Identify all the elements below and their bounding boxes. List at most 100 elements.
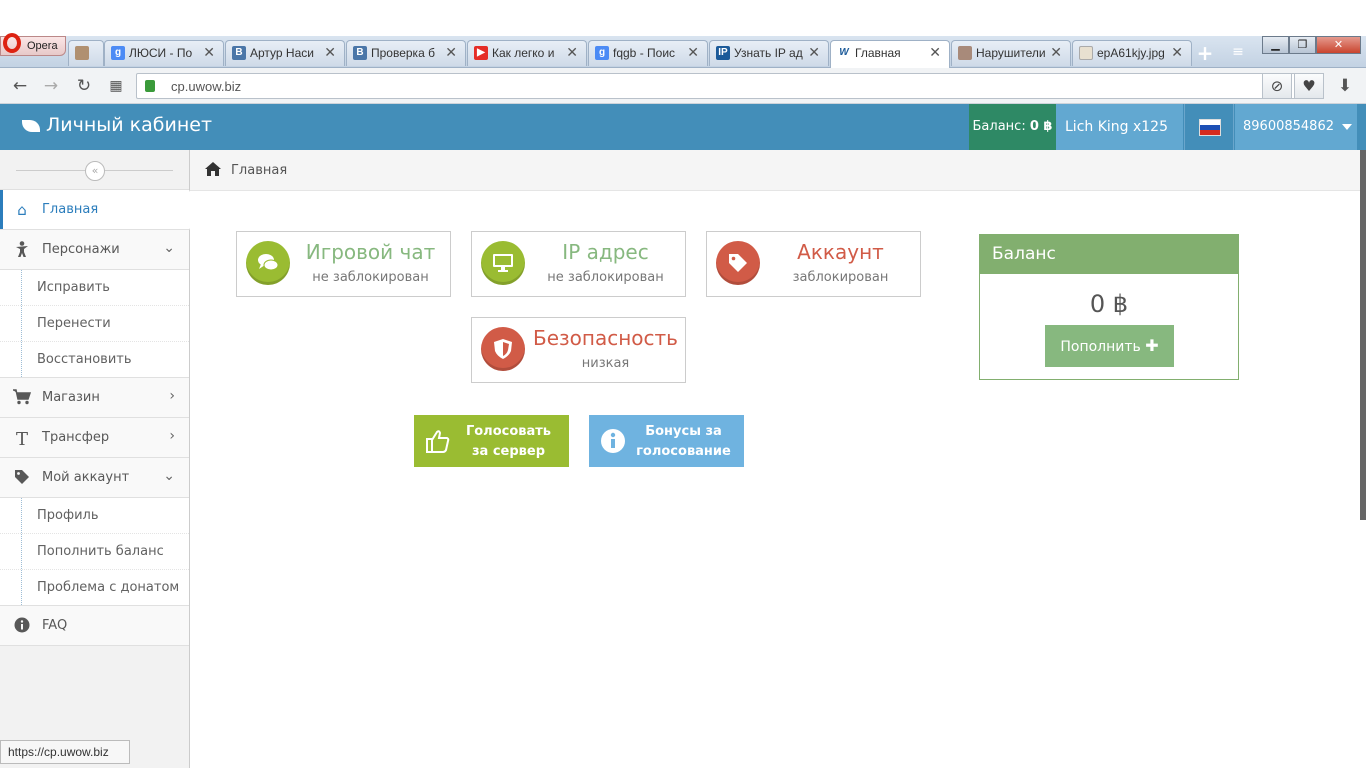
sidebar-item-my-account[interactable]: Мой аккаунт ⌄ (0, 458, 189, 498)
header-balance[interactable]: Баланс: 0 ฿ (969, 104, 1056, 150)
site-header: Личный кабинет Баланс: 0 ฿ Lich King x12… (0, 104, 1366, 176)
status-game-chat: Игровой чат не заблокирован (236, 231, 451, 297)
sidebar-sub-fix[interactable]: Исправить (0, 270, 189, 306)
opera-logo-icon (3, 33, 21, 53)
forward-icon[interactable]: → (41, 76, 61, 96)
tab-google-lyusi[interactable]: g ЛЮСИ - По ✕ (104, 40, 224, 66)
tab-menu-icon[interactable]: ≡ (1228, 44, 1248, 62)
sidebar-item-faq[interactable]: FAQ (0, 606, 189, 646)
sidebar-sub-profile[interactable]: Профиль (0, 498, 189, 534)
image-icon (75, 46, 89, 60)
link-status-bar: https://cp.uwow.biz (0, 740, 130, 764)
sidebar-sub-restore[interactable]: Восстановить (0, 342, 189, 378)
vote-server-button[interactable]: Голосовать за сервер (414, 415, 569, 467)
topup-button[interactable]: Пополнить ✚ (1045, 325, 1174, 367)
close-tab-icon[interactable]: ✕ (929, 44, 941, 61)
thumbs-up-icon (425, 428, 451, 458)
sidebar-item-characters[interactable]: Персонажи ⌄ (0, 230, 189, 270)
sidebar-sub-donate-problem[interactable]: Проблема с донатом (0, 570, 189, 606)
w-icon: W (837, 46, 851, 60)
language-selector[interactable] (1184, 104, 1234, 150)
tag-icon (13, 469, 31, 487)
balance-amount: 0 ฿ (1089, 290, 1129, 318)
download-icon[interactable]: ⬇ (1335, 76, 1355, 96)
close-tab-icon[interactable]: ✕ (687, 44, 699, 61)
sidebar-sub-topup[interactable]: Пополнить баланс (0, 534, 189, 570)
home-icon: ⌂ (17, 201, 27, 219)
close-tab-icon[interactable]: ✕ (1050, 44, 1062, 61)
breadcrumb: Главная (190, 150, 1366, 191)
info-icon (600, 428, 626, 458)
user-dropdown[interactable]: 89600854862 (1235, 104, 1357, 150)
tab-vk-proverka[interactable]: B Проверка б ✕ (346, 40, 466, 66)
tab-vk-artur[interactable]: B Артур Наси ✕ (225, 40, 345, 66)
russian-flag-icon (1199, 119, 1221, 136)
tab-image[interactable] (68, 40, 104, 66)
info-icon (13, 617, 31, 635)
brand-link[interactable]: Личный кабинет (22, 114, 212, 136)
new-tab-icon[interactable]: + (1194, 42, 1216, 64)
leaf-icon (22, 119, 40, 132)
page-scrollbar[interactable] (1360, 150, 1366, 520)
reload-icon[interactable]: ↻ (74, 76, 94, 96)
sidebar-item-home[interactable]: ⌂ Главная (0, 190, 199, 230)
tab-google-fqgb[interactable]: g fqgb - Поис ✕ (588, 40, 708, 66)
back-icon[interactable]: ← (10, 76, 30, 96)
chevron-down-icon: ⌄ (163, 240, 175, 256)
chevron-right-icon: › (169, 428, 175, 444)
status-account: Аккаунт заблокирован (706, 231, 921, 297)
vk-icon: B (232, 46, 246, 60)
lock-icon (145, 80, 155, 92)
tab-jpg[interactable]: epA61kjy.jpg ✕ (1072, 40, 1192, 66)
balance-widget: Баланс 0 ฿ Пополнить ✚ (979, 234, 1239, 380)
youtube-icon: ▶ (474, 46, 488, 60)
file-icon (1079, 46, 1093, 60)
close-tab-icon[interactable]: ✕ (203, 44, 215, 61)
block-icon[interactable]: ⊘ (1262, 73, 1292, 99)
cart-icon (13, 389, 32, 407)
tab-ip[interactable]: IP Узнать IP ад ✕ (709, 40, 829, 66)
close-tab-icon[interactable]: ✕ (1171, 44, 1183, 61)
ip-icon: IP (716, 46, 730, 60)
sidebar-item-transfer[interactable]: T Трансфер › (0, 418, 189, 458)
close-tab-icon[interactable]: ✕ (808, 44, 820, 61)
shield-icon (481, 327, 525, 371)
balance-widget-title: Баланс (980, 235, 1238, 274)
minimize-icon[interactable]: ▁ (1262, 36, 1289, 54)
caret-down-icon (1341, 123, 1352, 130)
browser-window: Opera g ЛЮСИ - По ✕ B Артур Наси ✕ B Про… (0, 0, 1366, 68)
realm-dropdown[interactable]: Lich King x125 (1056, 104, 1183, 176)
vote-bonuses-button[interactable]: Бонусы за голосование (589, 415, 744, 467)
tab-glavnaya[interactable]: W Главная ✕ (830, 40, 950, 68)
sidebar-sub-transfer-char[interactable]: Перенести (0, 306, 189, 342)
status-security: Безопасность низкая (471, 317, 686, 383)
collapse-sidebar-icon[interactable]: « (85, 161, 105, 181)
tab-youtube[interactable]: ▶ Как легко и ✕ (467, 40, 587, 66)
heart-icon[interactable]: ♥ (1294, 73, 1324, 99)
vk-icon: B (353, 46, 367, 60)
opera-menu-button[interactable]: Opera (0, 33, 66, 56)
status-ip-address: IP адрес не заблокирован (471, 231, 686, 297)
close-tab-icon[interactable]: ✕ (445, 44, 457, 61)
close-window-icon[interactable]: ✕ (1316, 36, 1361, 54)
monitor-icon (481, 241, 525, 285)
chevron-down-icon: ⌄ (163, 468, 175, 484)
sidebar-item-shop[interactable]: Магазин › (0, 378, 189, 418)
person-icon (13, 241, 31, 259)
tag-icon (716, 241, 760, 285)
close-tab-icon[interactable]: ✕ (566, 44, 578, 61)
url-field[interactable]: cp.uwow.biz (136, 73, 1296, 99)
close-tab-icon[interactable]: ✕ (324, 44, 336, 61)
maximize-icon[interactable]: ❐ (1289, 36, 1316, 54)
chat-icon (246, 241, 290, 285)
plus-icon: ✚ (1145, 336, 1159, 355)
speed-dial-icon[interactable]: ▦ (106, 76, 126, 96)
tab-narushiteli[interactable]: Нарушители ✕ (951, 40, 1071, 66)
text-icon: T (15, 429, 28, 450)
address-bar: ← → ↻ ▦ cp.uwow.biz ⊘ ♥ ⬇ (0, 68, 1366, 104)
home-icon[interactable] (204, 161, 222, 181)
sidebar: « ⌂ Главная Персонажи ⌄ Исправить Перене… (0, 150, 199, 768)
google-icon: g (595, 46, 609, 60)
google-icon: g (111, 46, 125, 60)
image-icon (958, 46, 972, 60)
